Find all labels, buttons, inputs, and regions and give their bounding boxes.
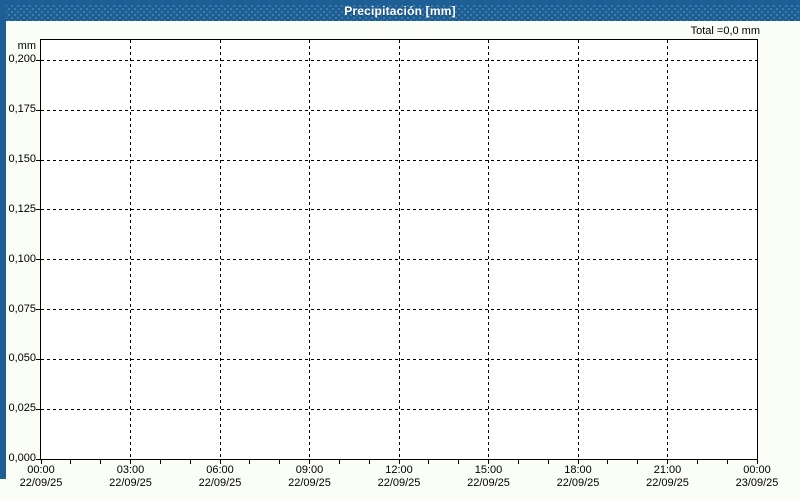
x-tick-label: 15:00 22/09/25 — [447, 464, 531, 490]
y-axis-tick — [36, 458, 40, 460]
x-axis-tick — [338, 460, 340, 464]
x-axis-tick — [219, 460, 221, 464]
x-tick-time: 12:00 — [385, 464, 413, 476]
x-tick-label: 12:00 22/09/25 — [357, 464, 441, 490]
y-axis-tick — [36, 408, 40, 410]
x-tick-date: 22/09/25 — [377, 477, 421, 489]
x-axis-tick — [428, 460, 430, 464]
chart-title: Precipitación [mm] — [344, 3, 456, 18]
x-tick-date: 22/09/25 — [288, 477, 331, 489]
x-tick-date: 22/09/25 — [198, 477, 242, 489]
x-tick-date: 22/09/25 — [556, 477, 600, 489]
x-axis-tick — [458, 460, 460, 464]
x-tick-date: 22/09/25 — [646, 477, 689, 489]
x-axis-tick — [547, 460, 549, 464]
x-tick-date: 23/09/25 — [735, 477, 779, 489]
x-grid-line — [577, 40, 579, 459]
x-axis-tick — [667, 460, 668, 464]
x-axis-tick — [517, 460, 519, 464]
x-tick-date: 22/09/25 — [467, 477, 510, 489]
y-axis-tick — [36, 358, 40, 360]
y-axis-tick — [36, 259, 40, 261]
precipitation-chart-window: Precipitación [mm] Total =0,0 mm mm 0,20… — [0, 0, 800, 500]
x-axis-tick — [100, 460, 102, 464]
x-axis-tick — [40, 460, 42, 464]
x-grid-line — [309, 40, 310, 459]
x-axis-tick — [577, 460, 579, 464]
x-grid-line — [130, 40, 131, 459]
x-tick-time: 21:00 — [653, 464, 682, 476]
frame-border-bottom — [0, 0, 800, 5]
x-tick-time: 00:00 — [743, 464, 771, 476]
frame-border-right — [0, 0, 6, 479]
x-grid-line — [398, 40, 400, 459]
x-tick-label: 21:00 22/09/25 — [626, 464, 710, 490]
x-tick-label: 00:00 23/09/25 — [715, 464, 799, 490]
x-tick-time: 06:00 — [206, 464, 234, 476]
x-tick-label: 09:00 22/09/25 — [268, 464, 352, 490]
x-tick-label: 00:00 22/09/25 — [0, 464, 83, 490]
x-axis-tick — [756, 460, 758, 464]
x-axis-tick — [637, 460, 639, 464]
x-tick-label: 18:00 22/09/25 — [536, 464, 620, 490]
y-axis-tick — [36, 159, 40, 161]
x-axis-tick — [70, 460, 72, 464]
y-axis-tick — [36, 59, 40, 61]
y-axis-tick — [36, 309, 40, 311]
y-axis-tick — [36, 109, 40, 111]
x-axis-tick — [130, 460, 131, 464]
x-axis-tick — [189, 460, 191, 464]
x-tick-label: 06:00 22/09/25 — [178, 464, 262, 490]
x-axis-tick — [488, 460, 489, 464]
x-axis-tick — [696, 460, 698, 464]
x-tick-time: 18:00 — [564, 464, 592, 476]
x-tick-time: 03:00 — [116, 464, 145, 476]
x-grid-line — [219, 40, 221, 459]
x-tick-time: 15:00 — [474, 464, 503, 476]
x-axis-tick — [309, 460, 310, 464]
x-grid-line — [488, 40, 489, 459]
x-axis-tick — [398, 460, 400, 464]
y-axis-unit-label: mm — [17, 40, 36, 52]
x-axis-tick — [726, 460, 728, 464]
total-label: Total =0,0 mm — [690, 25, 760, 37]
x-tick-date: 22/09/25 — [19, 477, 63, 489]
plot-area — [36, 39, 758, 464]
y-axis-tick — [36, 209, 40, 211]
x-axis-tick — [249, 460, 251, 464]
x-axis-tick — [368, 460, 370, 464]
x-tick-time: 00:00 — [27, 464, 55, 476]
x-grid-line — [667, 40, 668, 459]
x-tick-label: 03:00 22/09/25 — [89, 464, 173, 490]
x-axis-tick — [159, 460, 161, 464]
x-tick-time: 09:00 — [295, 464, 324, 476]
x-axis-tick — [607, 460, 609, 464]
x-tick-date: 22/09/25 — [109, 477, 152, 489]
x-axis-tick — [279, 460, 281, 464]
